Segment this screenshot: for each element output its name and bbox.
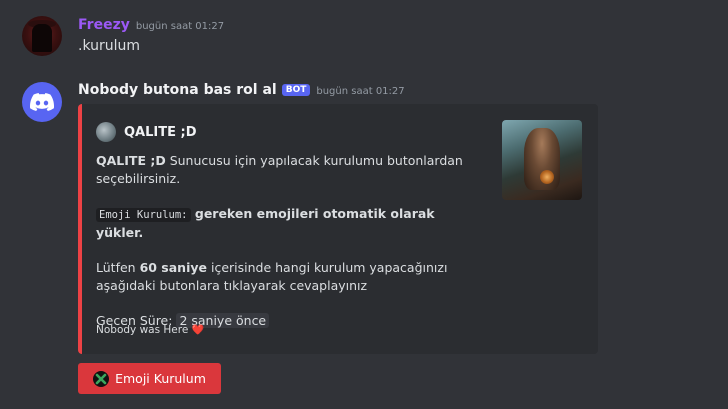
author-avatar-icon bbox=[96, 122, 116, 142]
avatar-figure-shape bbox=[32, 24, 52, 52]
username-text[interactable]: Freezy bbox=[78, 17, 130, 33]
username-bot[interactable]: Nobody butona bas rol al BOT bugün saat 01… bbox=[78, 82, 405, 98]
embed-author-name[interactable]: QALITE ;D bbox=[124, 125, 197, 140]
message-timestamp: bugün saat 01:27 bbox=[135, 21, 225, 32]
server-name-bold: QALITE ;D bbox=[96, 153, 166, 168]
embed-description: QALITE ;D Sunucusu için yapılacak kurulu… bbox=[96, 152, 486, 330]
button-label: Emoji Kurulum bbox=[115, 371, 206, 386]
x-emoji-icon bbox=[93, 370, 110, 387]
embed-line-1: QALITE ;D Sunucusu için yapılacak kurulu… bbox=[96, 152, 486, 188]
message-content: .kurulum bbox=[78, 38, 141, 54]
bot-badge: BOT bbox=[281, 84, 311, 96]
embed-line-3-pre: Lütfen bbox=[96, 260, 140, 275]
embed-author[interactable]: QALITE ;D bbox=[96, 122, 197, 142]
thumbnail-glow-shape bbox=[540, 170, 554, 184]
heart-icon: ❤️ bbox=[191, 325, 205, 336]
username-text[interactable]: Nobody butona bas rol al bbox=[78, 82, 277, 98]
x-mark-icon bbox=[95, 373, 107, 384]
embed-footer-text: Nobody was Here bbox=[96, 324, 189, 336]
discord-logo-icon bbox=[30, 93, 54, 111]
embed: QALITE ;D QALITE ;D Sunucusu için yapıla… bbox=[78, 104, 598, 354]
embed-line-3-bold: 60 saniye bbox=[139, 260, 207, 275]
embed-line-2: Emoji Kurulum: gereken emojileri otomati… bbox=[96, 205, 486, 242]
message-timestamp: bugün saat 01:27 bbox=[316, 86, 405, 97]
bot-avatar[interactable] bbox=[22, 82, 62, 122]
embed-thumbnail[interactable] bbox=[502, 120, 582, 200]
embed-footer: Nobody was Here ❤️ bbox=[96, 324, 204, 336]
inline-code: Emoji Kurulum: bbox=[96, 208, 191, 222]
embed-line-3: Lütfen 60 saniye içerisinde hangi kurulu… bbox=[96, 259, 486, 295]
emoji-kurulum-button[interactable]: Emoji Kurulum bbox=[78, 363, 221, 394]
user-avatar[interactable] bbox=[22, 16, 62, 56]
username-freezy[interactable]: Freezy bugün saat 01:27 bbox=[78, 17, 224, 33]
